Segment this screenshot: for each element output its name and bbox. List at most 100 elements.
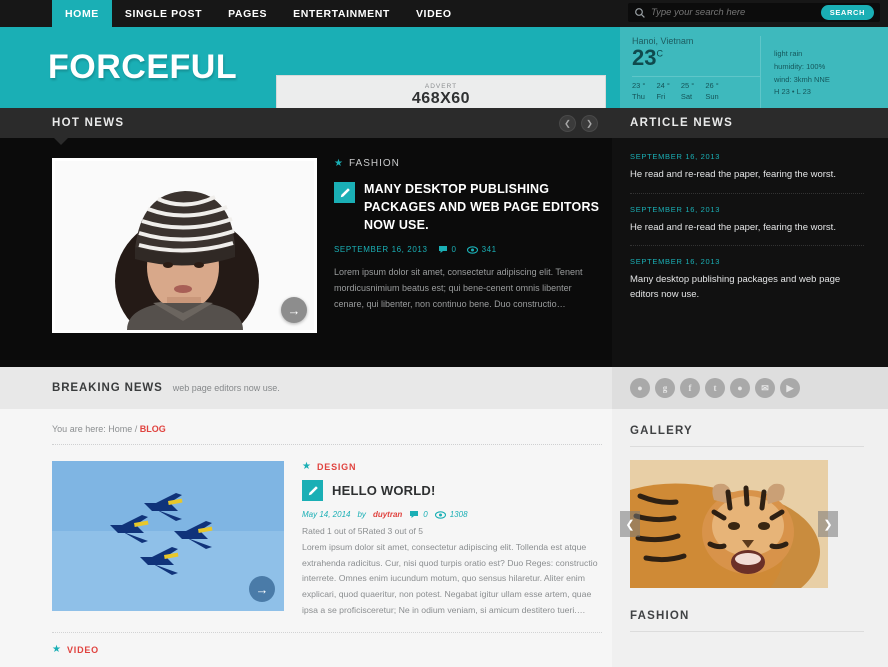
nav-item-single-post[interactable]: SINGLE POST [112, 0, 215, 27]
rss-icon[interactable]: ● [730, 378, 750, 398]
comments-meta: 0 [409, 510, 428, 519]
gallery-prev-icon[interactable]: ❮ [620, 511, 640, 537]
list-item[interactable]: SEPTEMBER 16, 2013 Many desktop publishi… [630, 257, 864, 312]
gallery-title: GALLERY [630, 425, 693, 437]
hot-news-meta: SEPTEMBER 16, 2013 0 341 [334, 245, 602, 254]
twitter-icon[interactable]: t [705, 378, 725, 398]
post-next-icon[interactable]: → [249, 576, 275, 602]
weather-temp-value: 23 [632, 45, 657, 70]
list-item[interactable]: SEPTEMBER 16, 2013 He read and re-read t… [630, 152, 864, 194]
hot-news-date: SEPTEMBER 16, 2013 [334, 245, 428, 255]
fashion-photo [55, 161, 314, 330]
article-date: SEPTEMBER 16, 2013 [630, 257, 721, 267]
tiger-photo [630, 460, 828, 588]
forecast-label: Sat [680, 91, 693, 101]
post-author[interactable]: duytran [373, 510, 402, 519]
post-category[interactable]: ★ DESIGN [302, 461, 604, 472]
eye-icon [466, 246, 478, 254]
facebook-icon[interactable]: f [680, 378, 700, 398]
nav-label: VIDEO [415, 7, 452, 20]
hot-news-category[interactable]: ★ FASHION [334, 158, 602, 169]
views-count: 341 [481, 245, 497, 255]
breadcrumb: You are here: Home / BLOG [52, 424, 612, 444]
header-notch [54, 138, 68, 145]
post-date: May 14, 2014 [302, 510, 351, 519]
hot-news-header: HOT NEWS ❮ ❯ [0, 108, 612, 145]
forecast-temp: 23 ° [632, 81, 646, 90]
nav-label: HOME [65, 7, 99, 20]
hot-news-thumbnail[interactable]: → [52, 158, 317, 333]
comment-icon [410, 511, 419, 518]
pencil-icon [302, 480, 323, 501]
search-icon [634, 7, 646, 19]
forecast-temp: 26 ° [705, 81, 719, 90]
pencil-icon [334, 182, 355, 203]
forecast-label: Sun [705, 91, 719, 101]
forecast-day: 25 ° Sat [681, 81, 694, 103]
site-logo[interactable]: FORCEFUL [48, 48, 237, 87]
post-thumbnail[interactable]: → [52, 461, 284, 611]
post-category-label: DESIGN [316, 461, 357, 472]
slider-next-icon[interactable]: ❯ [581, 114, 598, 132]
hot-news-excerpt: Lorem ipsum dolor sit amet, consectetur … [334, 267, 583, 309]
gallery-slider: ❮ ❯ [620, 460, 838, 588]
search-box[interactable]: SEARCH [628, 3, 880, 22]
breadcrumb-prefix: You are here: [52, 424, 106, 434]
youtube-icon[interactable]: ▶ [780, 378, 800, 398]
breadcrumb-current: BLOG [139, 424, 166, 434]
hot-news-slider-controls: ❮ ❯ [559, 114, 598, 132]
thumbnail-next-icon[interactable]: → [281, 297, 307, 323]
next-post-category[interactable]: ★ VIDEO [52, 633, 612, 655]
breadcrumb-separator: / [134, 424, 138, 434]
views-meta: 1308 [434, 510, 468, 519]
breaking-news-text[interactable]: web page editors now use. [173, 383, 280, 393]
nav-label: SINGLE POST [124, 7, 203, 20]
hot-news-headline[interactable]: MANY DESKTOP PUBLISHING PACKAGES AND WEB… [364, 181, 602, 234]
nav-item-home[interactable]: HOME [52, 0, 112, 27]
post-title[interactable]: HELLO WORLD! [332, 483, 436, 498]
advert-size: 468X60 [411, 89, 471, 107]
slider-prev-icon[interactable]: ❮ [559, 114, 576, 132]
comments-count: 0 [451, 245, 457, 255]
hot-news-heading-row: MANY DESKTOP PUBLISHING PACKAGES AND WEB… [334, 181, 602, 234]
weather-details: light rain humidity: 100% wind: 3kmh NNE… [760, 36, 830, 108]
weather-condition: light rain [774, 49, 803, 58]
post-meta: May 14, 2014 by duytran 0 1308 [302, 510, 604, 519]
nav-label: PAGES [228, 7, 268, 20]
gallery-divider [630, 446, 864, 447]
list-item[interactable]: SEPTEMBER 16, 2013 He read and re-read t… [630, 205, 864, 247]
nav-item-video[interactable]: VIDEO [403, 0, 465, 27]
search-input[interactable] [646, 7, 821, 18]
article-date: SEPTEMBER 16, 2013 [630, 204, 721, 214]
mail-icon[interactable]: ✉ [755, 378, 775, 398]
search-button[interactable]: SEARCH [820, 5, 874, 20]
nav-item-pages[interactable]: PAGES [215, 0, 280, 27]
hot-news-title: HOT NEWS [52, 117, 125, 129]
main-nav: HOME SINGLE POST PAGES ENTERTAINMENT VID… [52, 0, 465, 27]
breadcrumb-home[interactable]: Home [108, 424, 132, 434]
weather-forecast: 23 ° Thu 24 ° Fri 25 ° Sat 26 ° Sun [632, 81, 760, 103]
breaking-news-label: BREAKING NEWS [52, 382, 163, 394]
gallery-next-icon[interactable]: ❯ [818, 511, 838, 537]
social-links: ● g f t ● ✉ ▶ [612, 367, 888, 409]
behance-icon[interactable]: ● [630, 378, 650, 398]
nav-item-entertainment[interactable]: ENTERTAINMENT [280, 0, 403, 27]
views-meta: 341 [466, 245, 497, 255]
article-news-title: ARTICLE NEWS [630, 117, 734, 129]
comments-count: 0 [423, 510, 428, 519]
star-icon: ★ [302, 461, 311, 472]
post-rating: Rated 1 out of 5Rated 3 out of 5 [302, 526, 423, 536]
post-heading-row: HELLO WORLD! [302, 479, 604, 501]
weather-temp-unit: C [656, 48, 663, 59]
article-title: Many desktop publishing packages and web… [630, 274, 841, 301]
hot-news-body: → ★ FASHION MANY DESKTOP PUBLISHING PACK… [0, 138, 612, 333]
fashion-divider [630, 631, 864, 632]
forecast-day: 26 ° Sun [705, 81, 718, 103]
breaking-news-left: BREAKING NEWS web page editors now use. [0, 367, 612, 409]
weather-temperature: 23C [632, 47, 760, 69]
comments-meta: 0 [438, 245, 457, 254]
googleplus-icon[interactable]: g [655, 378, 675, 398]
advert-label: ADVERT [424, 82, 458, 90]
article-title: He read and re-read the paper, fearing t… [630, 169, 836, 180]
forecast-label: Fri [656, 91, 666, 101]
